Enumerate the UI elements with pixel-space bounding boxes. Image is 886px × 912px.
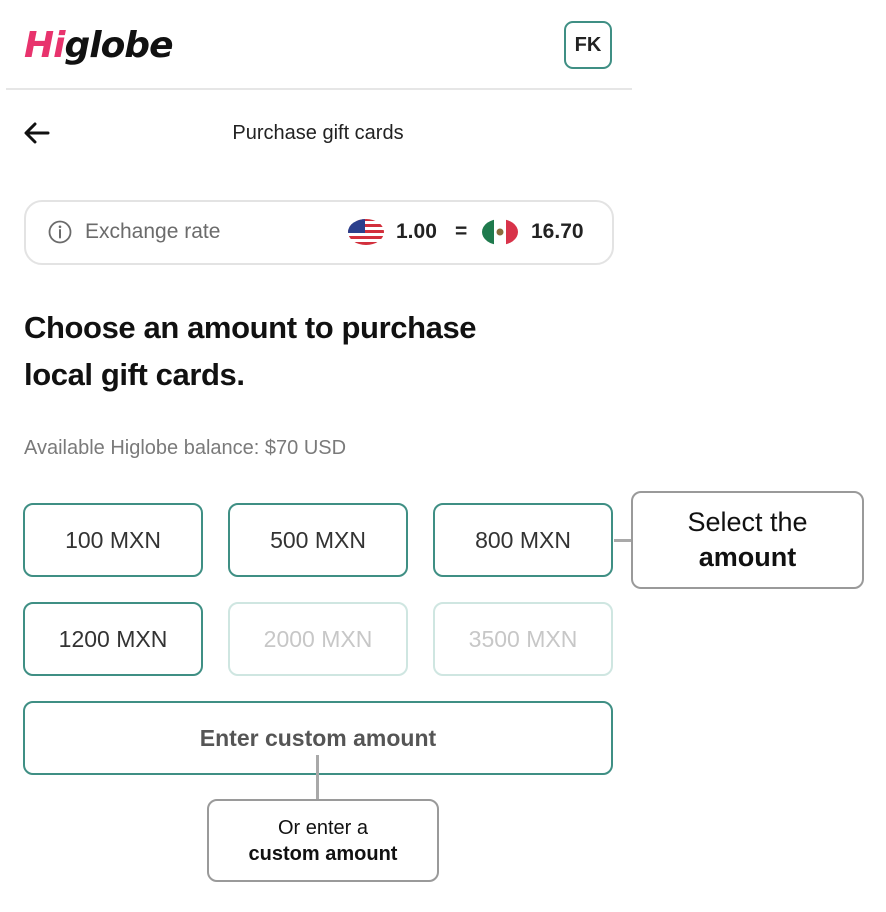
- exchange-rate-label: Exchange rate: [85, 220, 221, 243]
- higlobe-logo[interactable]: Higlobe: [24, 24, 174, 68]
- info-icon[interactable]: [48, 220, 72, 244]
- purchase-heading: Choose an amount to purchase local gift …: [24, 310, 477, 392]
- rate-to-value: 16.70: [531, 220, 584, 243]
- amount-option-800[interactable]: 800 MXN: [433, 503, 613, 577]
- us-flag-icon: [348, 219, 384, 245]
- amount-option-3500-disabled: 3500 MXN: [433, 602, 613, 676]
- annotation-select-amount: Select the amount: [631, 491, 864, 589]
- mexico-flag-icon: [482, 219, 518, 245]
- header-divider: [6, 88, 632, 90]
- rate-from-value: 1.00: [396, 220, 437, 243]
- amount-option-1200[interactable]: 1200 MXN: [23, 602, 203, 676]
- amount-option-500[interactable]: 500 MXN: [228, 503, 408, 577]
- annotation-connector: [614, 539, 632, 542]
- page-title: Purchase gift cards: [232, 122, 404, 144]
- user-avatar[interactable]: FK: [564, 21, 612, 69]
- annotation-custom-amount: Or enter a custom amount: [207, 799, 439, 882]
- available-balance: Available Higlobe balance: $70 USD: [24, 437, 347, 459]
- amount-option-2000-disabled: 2000 MXN: [228, 602, 408, 676]
- rate-equals: =: [455, 220, 468, 243]
- annotation-connector: [316, 755, 319, 799]
- amount-option-100[interactable]: 100 MXN: [23, 503, 203, 577]
